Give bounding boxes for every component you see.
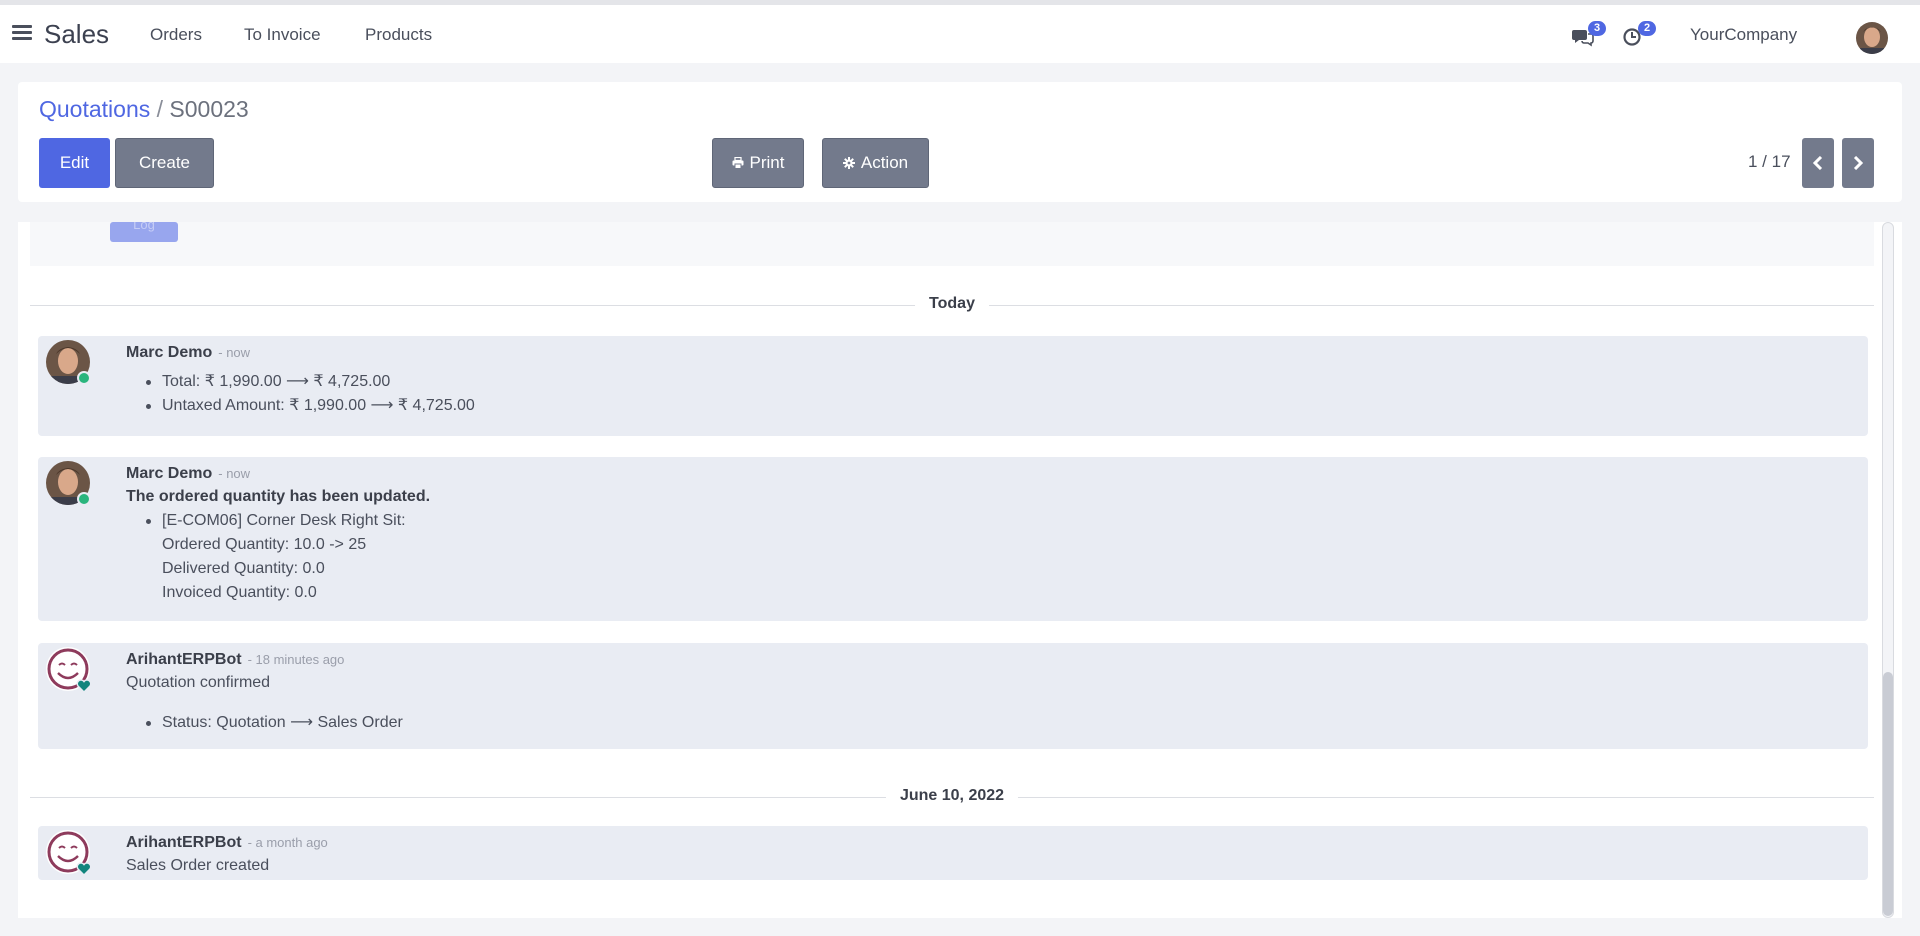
message-body: Quotation confirmed xyxy=(126,674,271,691)
messages-badge: 3 xyxy=(1588,21,1606,36)
message-date: - now xyxy=(218,466,251,481)
list-item-line: Delivered Quantity: 0.0 xyxy=(162,560,325,577)
create-button-label: Create xyxy=(138,153,191,172)
edit-button[interactable]: Edit xyxy=(39,138,110,188)
chatter-message: Marc Demo - now The ordered quantity has … xyxy=(38,457,1868,621)
heart-icon xyxy=(76,862,92,876)
date-separator-today: Today xyxy=(30,295,1874,315)
scrollbar-thumb[interactable] xyxy=(1883,672,1893,916)
date-separator-label: Today xyxy=(915,295,989,313)
gear-icon xyxy=(842,157,855,169)
pager-previous-button[interactable] xyxy=(1802,138,1834,188)
list-item-line: Invoiced Quantity: 0.0 xyxy=(162,584,317,601)
tracking-values: Total: ₹ 1,990.00 ⟶ ₹ 4,725.00 Untaxed A… xyxy=(146,370,475,418)
chevron-right-icon xyxy=(1853,156,1863,170)
online-status-icon xyxy=(77,371,91,385)
date-separator-june-10-2022: June 10, 2022 xyxy=(30,787,1874,807)
create-button[interactable]: Create xyxy=(115,138,214,188)
message-body-list: [E-COM06] Corner Desk Right Sit: Ordered… xyxy=(146,509,406,605)
composer-area: Log xyxy=(30,222,1874,266)
activities-badge: 2 xyxy=(1638,21,1656,36)
message-author[interactable]: Marc Demo - now xyxy=(126,465,250,483)
chatter-thread: Log Today Marc Demo - now Total: ₹ 1,990.… xyxy=(18,222,1902,918)
action-button[interactable]: Action xyxy=(822,138,929,188)
author-avatar[interactable] xyxy=(46,461,91,506)
breadcrumb: Quotations / S00023 xyxy=(39,96,249,123)
breadcrumb-separator: / xyxy=(156,96,164,122)
bot-avatar[interactable] xyxy=(46,830,92,876)
tracking-value: Total: ₹ 1,990.00 ⟶ ₹ 4,725.00 xyxy=(146,370,475,394)
menu-orders[interactable]: Orders xyxy=(150,25,202,45)
tracking-values: Status: Quotation ⟶ Sales Order xyxy=(146,711,403,735)
menu-products[interactable]: Products xyxy=(365,25,432,45)
pager-next-button[interactable] xyxy=(1842,138,1874,188)
messaging-button[interactable]: 3 xyxy=(1572,21,1606,49)
activities-button[interactable]: 2 xyxy=(1622,21,1656,49)
author-avatar[interactable] xyxy=(46,340,91,385)
chevron-left-icon xyxy=(1813,156,1823,170)
message-author[interactable]: ArihantERPBot - a month ago xyxy=(126,834,328,852)
breadcrumb-current-record: S00023 xyxy=(169,96,249,122)
heart-icon xyxy=(76,679,92,693)
chatter-message: ArihantERPBot - 18 minutes ago Quotation … xyxy=(38,643,1868,749)
chatter-message: Marc Demo - now Total: ₹ 1,990.00 ⟶ ₹ 4,7… xyxy=(38,336,1868,436)
message-body-bold: The ordered quantity has been updated. xyxy=(126,488,431,505)
app-title[interactable]: Sales xyxy=(44,19,109,50)
list-item: [E-COM06] Corner Desk Right Sit: xyxy=(146,509,406,533)
date-separator-label: June 10, 2022 xyxy=(885,787,1019,805)
user-avatar[interactable] xyxy=(1856,22,1888,54)
message-date: - now xyxy=(218,345,251,360)
message-date: - a month ago xyxy=(247,835,328,850)
company-switcher[interactable]: YourCompany xyxy=(1690,25,1797,45)
log-button-label: Log xyxy=(133,222,155,232)
print-button[interactable]: Print xyxy=(712,138,804,188)
edit-button-label: Edit xyxy=(59,153,90,172)
log-button[interactable]: Log xyxy=(110,222,178,242)
message-body: Sales Order created xyxy=(126,857,270,874)
online-status-icon xyxy=(77,492,91,506)
list-item-line: Ordered Quantity: 10.0 -> 25 xyxy=(162,536,367,553)
message-date: - 18 minutes ago xyxy=(247,652,345,667)
tracking-value: Status: Quotation ⟶ Sales Order xyxy=(146,711,403,735)
message-author[interactable]: ArihantERPBot - 18 minutes ago xyxy=(126,651,344,669)
menu-to-invoice[interactable]: To Invoice xyxy=(244,25,321,45)
tracking-value: Untaxed Amount: ₹ 1,990.00 ⟶ ₹ 4,725.00 xyxy=(146,394,475,418)
message-author[interactable]: Marc Demo - now xyxy=(126,344,250,362)
printer-icon xyxy=(732,157,744,169)
print-button-label: Print xyxy=(749,153,785,172)
pager-value[interactable]: 1 / 17 xyxy=(1748,152,1791,172)
hamburger-menu-icon[interactable] xyxy=(12,25,32,41)
action-button-label: Action xyxy=(860,153,909,172)
bot-avatar[interactable] xyxy=(46,647,92,693)
control-panel: Quotations / S00023 Edit Create Print Ac… xyxy=(18,82,1902,202)
chatter-message: ArihantERPBot - a month ago Sales Order c… xyxy=(38,826,1868,880)
breadcrumb-quotations[interactable]: Quotations xyxy=(39,96,150,122)
top-navbar: Sales Orders To Invoice Products 3 2 You… xyxy=(0,0,1920,63)
